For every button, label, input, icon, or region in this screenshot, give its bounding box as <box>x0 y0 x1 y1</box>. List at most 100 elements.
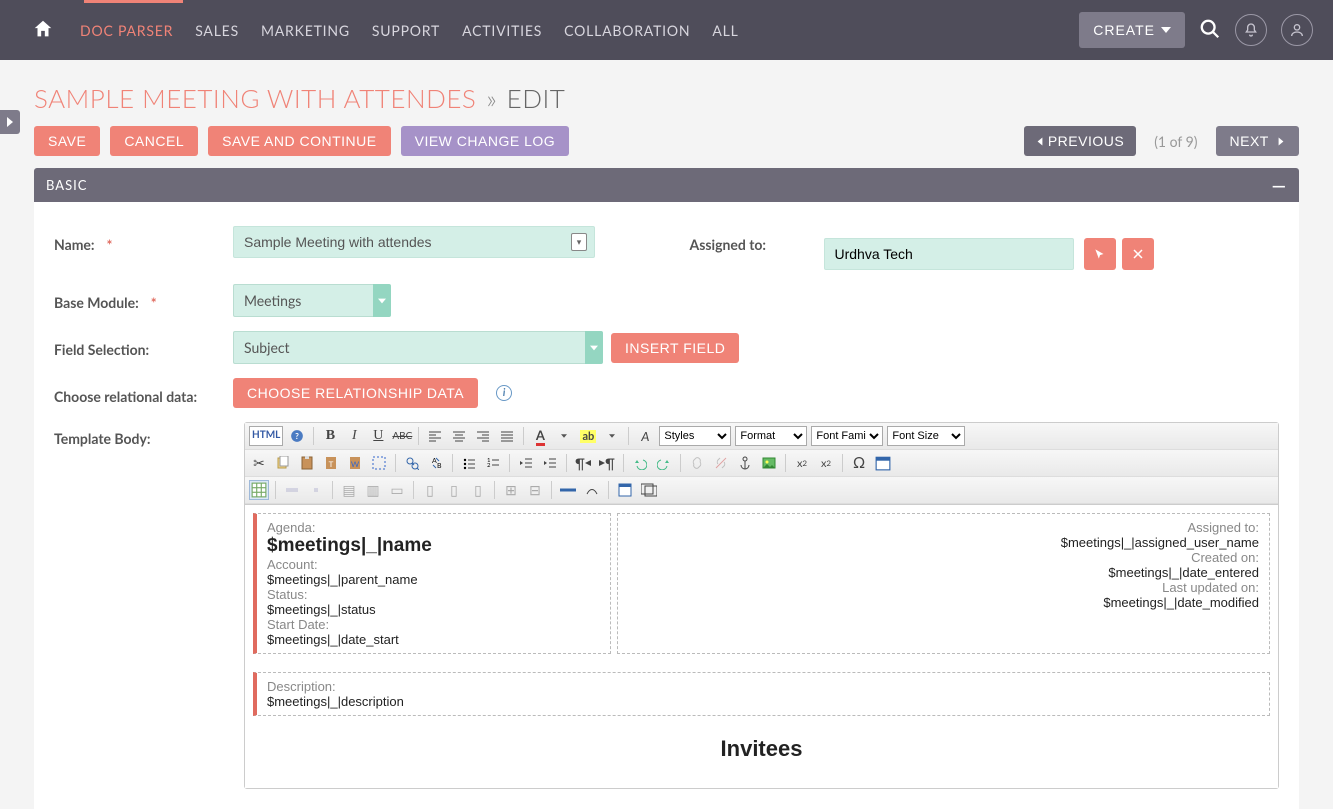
doc-agenda-label: Agenda: <box>267 520 600 535</box>
nav-all[interactable]: ALL <box>712 22 738 39</box>
nav-activities[interactable]: ACTIVITIES <box>462 22 542 39</box>
side-panel-toggle[interactable] <box>0 110 20 134</box>
name-label: Name:* <box>48 226 233 253</box>
nav-sales[interactable]: SALES <box>195 22 239 39</box>
insert-row-before-icon[interactable]: ▤ <box>339 480 359 500</box>
strikethrough-icon[interactable]: ABC <box>392 426 412 446</box>
align-right-icon[interactable] <box>473 426 493 446</box>
assigned-input[interactable] <box>824 238 1074 270</box>
select-all-icon[interactable] <box>369 453 389 473</box>
assigned-select-button[interactable] <box>1084 238 1116 270</box>
paste-text-icon[interactable]: T <box>321 453 341 473</box>
input-picker-icon[interactable]: ▾ <box>571 233 587 251</box>
cell-props-icon[interactable] <box>306 480 326 500</box>
number-list-icon[interactable]: 12 <box>483 453 503 473</box>
panel-collapse-icon[interactable]: — <box>1272 176 1287 194</box>
delete-row-icon[interactable]: ▭ <box>387 480 407 500</box>
insert-field-button[interactable]: INSERT FIELD <box>611 333 739 363</box>
choose-relationship-button[interactable]: CHOOSE RELATIONSHIP DATA <box>233 378 478 408</box>
replace-icon[interactable]: AB <box>426 453 446 473</box>
copy-icon[interactable] <box>273 453 293 473</box>
bullet-list-icon[interactable] <box>459 453 479 473</box>
cancel-button[interactable]: CANCEL <box>110 126 198 156</box>
bold-icon[interactable]: B <box>320 426 340 446</box>
redo-icon[interactable] <box>654 453 674 473</box>
user-icon[interactable] <box>1281 14 1313 46</box>
align-left-icon[interactable] <box>425 426 445 446</box>
undo-icon[interactable] <box>630 453 650 473</box>
editor-body[interactable]: Agenda: $meetings|_|name Account: $meeti… <box>245 504 1278 788</box>
table-icon[interactable] <box>249 480 269 500</box>
subscript-icon[interactable]: x2 <box>792 453 812 473</box>
remove-format-icon[interactable] <box>582 480 602 500</box>
doc-r-created-label: Created on: <box>1061 550 1259 565</box>
clear-format-icon[interactable]: A <box>635 426 655 446</box>
font-color-icon[interactable]: A <box>530 426 550 446</box>
nav-support[interactable]: SUPPORT <box>372 22 440 39</box>
font-family-select[interactable]: Font Family <box>811 426 883 446</box>
breadcrumb-mode: EDIT <box>507 82 566 114</box>
paste-icon[interactable] <box>297 453 317 473</box>
special-char-icon[interactable]: Ω <box>849 453 869 473</box>
merge-cell-icon[interactable]: ⊟ <box>525 480 545 500</box>
underline-icon[interactable]: U <box>368 426 388 446</box>
name-input[interactable] <box>233 226 595 258</box>
align-justify-icon[interactable] <box>497 426 517 446</box>
image-icon[interactable] <box>759 453 779 473</box>
indent-icon[interactable] <box>540 453 560 473</box>
align-center-icon[interactable] <box>449 426 469 446</box>
link-icon[interactable] <box>687 453 707 473</box>
delete-col-icon[interactable]: ▯ <box>468 480 488 500</box>
toolbar-row-1: HTML ? B I U ABC A <box>245 423 1278 450</box>
rtl-icon[interactable]: ¶ <box>597 453 617 473</box>
chevron-down-icon[interactable] <box>373 284 391 317</box>
superscript-icon[interactable]: x2 <box>816 453 836 473</box>
hr-icon[interactable] <box>558 480 578 500</box>
font-size-select[interactable]: Font Size <box>887 426 965 446</box>
date-icon[interactable] <box>873 453 893 473</box>
cut-icon[interactable]: ✂ <box>249 453 269 473</box>
chevron-down-icon[interactable] <box>585 331 603 364</box>
rich-text-editor: HTML ? B I U ABC A <box>244 422 1279 789</box>
field-selection-select[interactable]: Subject <box>233 331 603 364</box>
record-title[interactable]: SAMPLE MEETING WITH ATTENDES <box>34 82 476 114</box>
find-icon[interactable] <box>402 453 422 473</box>
nav-marketing[interactable]: MARKETING <box>261 22 350 39</box>
help-icon[interactable]: ? <box>287 426 307 446</box>
save-continue-button[interactable]: SAVE AND CONTINUE <box>208 126 391 156</box>
highlight-dropdown-icon[interactable] <box>602 426 622 446</box>
base-module-select[interactable]: Meetings <box>233 284 391 317</box>
format-select[interactable]: Format <box>735 426 807 446</box>
paste-word-icon[interactable]: W <box>345 453 365 473</box>
view-change-log-button[interactable]: VIEW CHANGE LOG <box>401 126 570 156</box>
notifications-icon[interactable] <box>1235 14 1267 46</box>
save-button[interactable]: SAVE <box>34 126 100 156</box>
doc-box-left: Agenda: $meetings|_|name Account: $meeti… <box>253 513 611 654</box>
unlink-icon[interactable] <box>711 453 731 473</box>
create-button[interactable]: CREATE <box>1079 12 1185 48</box>
fullscreen-icon[interactable] <box>615 480 635 500</box>
nav-collaboration[interactable]: COLLABORATION <box>564 22 690 39</box>
assigned-clear-button[interactable] <box>1122 238 1154 270</box>
ltr-icon[interactable]: ¶ <box>573 453 593 473</box>
nav-doc-parser[interactable]: DOC PARSER <box>80 22 173 39</box>
insert-col-before-icon[interactable]: ▯ <box>420 480 440 500</box>
highlight-icon[interactable]: ab <box>578 426 598 446</box>
next-button[interactable]: NEXT <box>1216 126 1299 156</box>
previous-button[interactable]: PREVIOUS <box>1024 126 1136 156</box>
font-color-dropdown-icon[interactable] <box>554 426 574 446</box>
html-button[interactable]: HTML <box>249 426 283 446</box>
row-props-icon[interactable] <box>282 480 302 500</box>
doc-r-updated-val: $meetings|_|date_modified <box>1061 595 1259 610</box>
insert-col-after-icon[interactable]: ▯ <box>444 480 464 500</box>
preview-icon[interactable] <box>639 480 659 500</box>
styles-select[interactable]: Styles <box>659 426 731 446</box>
info-icon[interactable]: i <box>496 385 512 401</box>
italic-icon[interactable]: I <box>344 426 364 446</box>
home-icon[interactable] <box>32 18 54 43</box>
split-cell-icon[interactable]: ⊞ <box>501 480 521 500</box>
anchor-icon[interactable] <box>735 453 755 473</box>
search-icon[interactable] <box>1199 18 1221 43</box>
insert-row-after-icon[interactable]: ▥ <box>363 480 383 500</box>
outdent-icon[interactable] <box>516 453 536 473</box>
